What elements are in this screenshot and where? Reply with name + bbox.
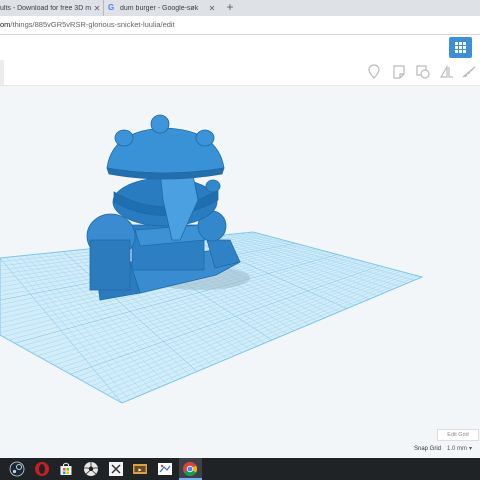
edit-grid-button[interactable]: Edit Grid <box>437 429 479 441</box>
location-pin-icon[interactable] <box>364 63 384 81</box>
app-header <box>0 35 480 61</box>
new-tab-button[interactable]: + <box>222 0 238 16</box>
paint-app-icon[interactable] <box>157 461 173 477</box>
media-app-icon[interactable]: ▶ <box>132 461 148 477</box>
twitter-app-icon[interactable] <box>108 461 124 477</box>
tab-downloads[interactable]: ults - Download for free 3D m ✕ <box>0 0 102 16</box>
address-bar[interactable]: om/things/885vGR5vRSR-glorious-snicket-l… <box>0 16 480 35</box>
tab-google-search[interactable]: G dum burger - Google-søk ✕ <box>103 0 217 16</box>
tab-label: dum burger - Google-søk <box>120 4 199 12</box>
browser-tab-strip: ults - Download for free 3D m ✕ G dum bu… <box>0 0 480 16</box>
grid-view-icon <box>455 42 466 53</box>
note-icon[interactable] <box>389 63 409 81</box>
mirror-icon[interactable] <box>437 63 457 81</box>
grid-view-button[interactable] <box>449 37 472 58</box>
soccer-ball-icon[interactable] <box>83 461 99 477</box>
ruler-icon[interactable] <box>460 63 480 81</box>
snap-grid-label: Snap Grid <box>414 446 442 452</box>
close-icon[interactable]: ✕ <box>92 4 102 13</box>
3d-workplane[interactable]: Edit Grid Snap Grid 1.0 mm ▾ <box>0 86 480 458</box>
workplane-canvas[interactable] <box>0 86 480 458</box>
burger-robot-model[interactable] <box>86 114 241 301</box>
copy-icon[interactable] <box>413 63 433 81</box>
toolbar-edge <box>0 60 4 85</box>
store-icon[interactable] <box>58 461 74 477</box>
url-path: /things/885vGR5vRSR-glorious-snicket-luu… <box>10 20 175 29</box>
url-host: om <box>0 20 11 29</box>
chrome-icon[interactable] <box>182 461 198 477</box>
snap-grid-value[interactable]: 1.0 mm <box>447 446 467 452</box>
snap-grid-control[interactable]: Snap Grid 1.0 mm ▾ <box>414 445 472 452</box>
steam-icon[interactable] <box>9 461 25 477</box>
chevron-down-icon: ▾ <box>469 446 473 452</box>
tab-label: ults - Download for free 3D m <box>0 4 92 12</box>
google-icon: G <box>108 3 115 12</box>
close-icon[interactable]: ✕ <box>207 4 217 13</box>
opera-icon[interactable] <box>34 461 50 477</box>
url-text[interactable]: om/things/885vGR5vRSR-glorious-snicket-l… <box>0 20 175 29</box>
editor-toolbar <box>0 60 480 86</box>
